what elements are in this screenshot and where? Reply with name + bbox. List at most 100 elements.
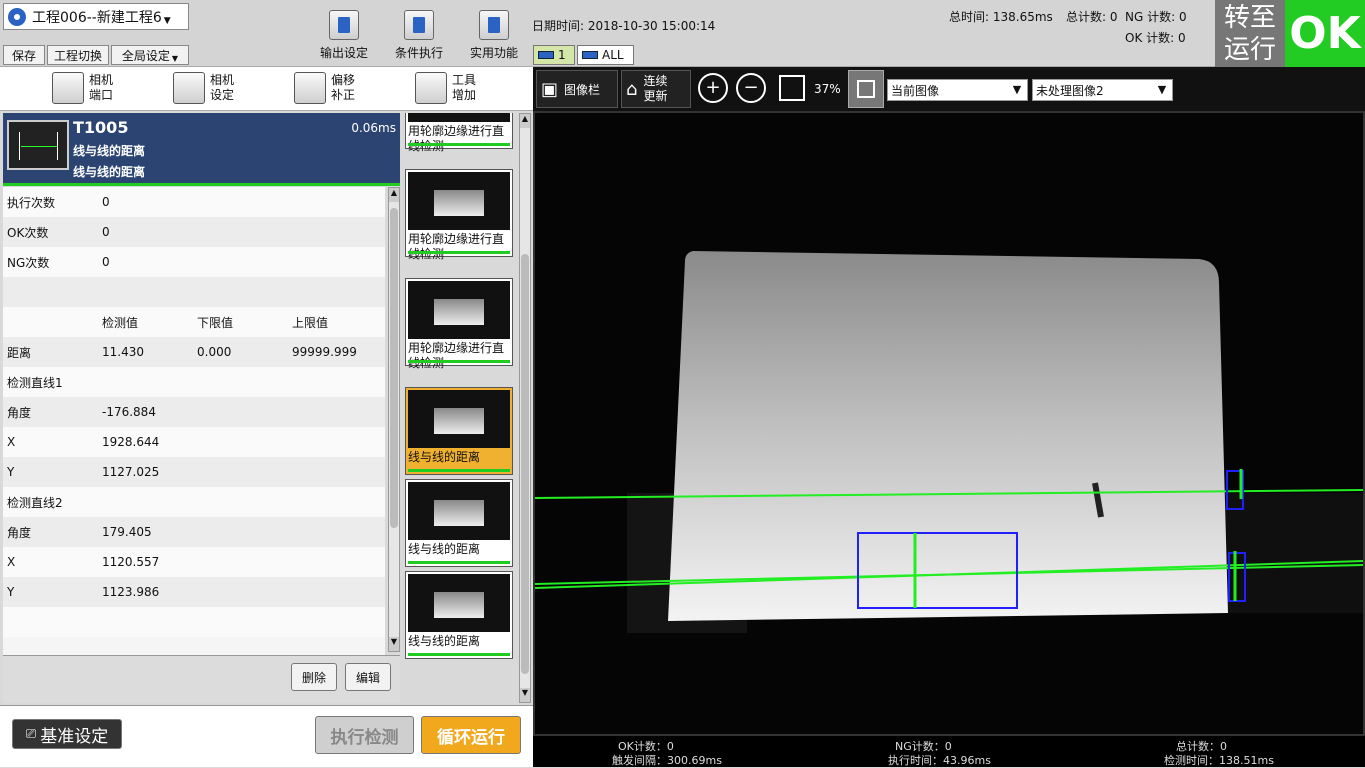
gear-icon <box>8 7 26 26</box>
offset-correction-label: 偏移 补正 <box>331 73 356 102</box>
scroll-down-icon[interactable]: ▼ <box>520 688 530 702</box>
table-row: 角度 -176.884 <box>3 397 385 427</box>
ng-count: NG 计数: 0 <box>1125 10 1187 24</box>
image-source-value: 未处理图像2 <box>1036 83 1104 98</box>
table-row: X 1928.644 <box>3 427 385 457</box>
camera-settings-button[interactable]: 相机 设定 <box>173 72 234 104</box>
tool-status-bar <box>408 469 510 472</box>
project-switch-button[interactable]: 工程切换 <box>47 45 109 65</box>
image-select[interactable]: 当前图像 ▼ <box>887 79 1028 101</box>
table-cell: 执行次数 <box>7 195 56 210</box>
zoom-in-icon[interactable]: + <box>698 73 728 103</box>
output-settings-button[interactable]: 输出设定 <box>309 10 379 65</box>
table-row: NG次数 0 <box>3 247 385 277</box>
distance-line-icon <box>21 146 57 147</box>
ok-count: OK 计数: 0 <box>1125 31 1186 45</box>
table-cell: 角度 <box>7 405 32 420</box>
table-cell: 99999.999 <box>292 345 357 359</box>
add-tool-icon <box>415 72 447 104</box>
tool-status-bar <box>408 360 510 363</box>
camera-tab-all[interactable]: ALL <box>577 45 634 65</box>
scroll-down-icon[interactable]: ▼ <box>389 637 399 651</box>
go-run-button[interactable]: 转至 运行 <box>1215 0 1285 67</box>
tool-thumbnail <box>408 574 510 632</box>
table-cell: 距离 <box>7 345 32 360</box>
table-cell: 角度 <box>7 525 32 540</box>
camera-icon <box>538 51 554 59</box>
camera-tab-1[interactable]: 1 <box>533 45 575 65</box>
chevron-down-icon: ▼ <box>171 53 179 63</box>
delete-button[interactable]: 删除 <box>291 663 337 691</box>
top-bar: 工程006--新建工程6 ▼ 保存 工程切换 全局设定 ▼ 输出设定 条件执行 实… <box>0 0 1365 67</box>
tool-name: 线与线的距离 <box>73 144 146 158</box>
tool-list-item[interactable]: 用轮廓边缘进行直线检测 <box>405 169 513 261</box>
scroll-up-icon[interactable]: ▲ <box>389 188 399 202</box>
image-canvas[interactable] <box>533 111 1365 736</box>
table-scrollbar[interactable]: ▲ ▼ <box>388 187 400 652</box>
global-settings-label: 全局设定 <box>121 48 170 63</box>
camera-port-button[interactable]: 相机 端口 <box>52 72 113 104</box>
table-cell: 1123.986 <box>102 585 160 599</box>
save-button[interactable]: 保存 <box>3 45 45 65</box>
table-cell: 1928.644 <box>102 435 160 449</box>
image-bar-button[interactable]: ▣ 图像栏 <box>536 70 618 108</box>
chevron-down-icon: ▼ <box>1157 83 1167 96</box>
tool-list-item[interactable]: 线与线的距离 <box>405 571 513 659</box>
execute-detection-button[interactable]: 执行检测 <box>315 716 414 754</box>
utilities-button[interactable]: 实用功能 <box>459 10 529 65</box>
add-tool-button[interactable]: 工具 增加 <box>415 72 476 104</box>
edit-button[interactable]: 编辑 <box>345 663 391 691</box>
scroll-thumb[interactable] <box>521 254 529 674</box>
total-time: 总时间: 138.65ms <box>949 10 1053 24</box>
table-row: 检测直线2 <box>3 487 385 517</box>
baseline-icon: ⎚ <box>25 726 37 742</box>
branch-icon <box>404 10 434 40</box>
scroll-thumb[interactable] <box>390 208 398 528</box>
chevron-down-icon: ▼ <box>163 15 171 26</box>
table-cell: 下限值 <box>197 315 234 330</box>
table-cell: 0 <box>102 255 110 269</box>
table-cell: X <box>7 435 16 449</box>
tool-list-item[interactable]: 线与线的距离 <box>405 387 513 475</box>
tool-list-scrollbar[interactable]: ▲ ▼ <box>519 113 531 703</box>
table-cell: 上限值 <box>292 315 329 330</box>
image-source-select[interactable]: 未处理图像2 ▼ <box>1032 79 1173 101</box>
table-row <box>3 277 385 307</box>
project-name: 工程006--新建工程6 <box>32 9 162 26</box>
offset-correction-button[interactable]: 偏移 补正 <box>294 72 355 104</box>
output-settings-label: 输出设定 <box>319 46 368 60</box>
table-row: X 1120.557 <box>3 547 385 577</box>
left-panel: 相机 端口 相机 设定 偏移 补正 工具 增加 T1005 0.06ms 线与线… <box>0 67 533 767</box>
camera-icon <box>52 72 84 104</box>
tool-list-item[interactable]: 用轮廓边缘进行直线检测 <box>405 113 513 153</box>
fit-screen-icon[interactable] <box>779 75 805 101</box>
inspection-image <box>535 113 1363 734</box>
status-detect-time: 检测时间：138.51ms <box>1164 754 1274 767</box>
global-settings-button[interactable]: 全局设定 ▼ <box>111 45 189 65</box>
scroll-up-icon[interactable]: ▲ <box>520 114 530 128</box>
table-row: 距离 11.430 0.000 99999.999 <box>3 337 385 367</box>
tools-icon <box>479 10 509 40</box>
conditional-exec-button[interactable]: 条件执行 <box>384 10 454 65</box>
camera-settings-label: 相机 设定 <box>210 73 235 102</box>
tool-list-item[interactable]: 线与线的距离 <box>405 479 513 567</box>
tool-list-label: 线与线的距离 <box>408 542 481 556</box>
table-cell: -176.884 <box>102 405 156 419</box>
tool-list-item[interactable]: 用轮廓边缘进行直线检测 <box>405 278 513 370</box>
table-cell: 0 <box>102 195 110 209</box>
table-cell: OK次数 <box>7 225 49 240</box>
tool-id: T1005 <box>73 118 129 137</box>
project-selector[interactable]: 工程006--新建工程6 ▼ <box>3 3 189 30</box>
image-icon: ▣ <box>541 78 559 100</box>
loop-run-button[interactable]: 循环运行 <box>421 716 521 754</box>
table-row: Y 1127.025 <box>3 457 385 487</box>
tool-list-label: 线与线的距离 <box>408 634 481 648</box>
roi-select-icon[interactable] <box>848 70 884 108</box>
continuous-update-button[interactable]: ⌂ 连续 更新 <box>621 70 691 108</box>
table-cell: 检测直线1 <box>7 375 63 390</box>
table-row: 角度 179.405 <box>3 517 385 547</box>
baseline-settings-button[interactable]: ⎚ 基准设定 <box>12 719 122 749</box>
camera-tab-label: ALL <box>602 48 624 62</box>
camera-refresh-icon: ⌂ <box>626 78 638 100</box>
zoom-out-icon[interactable]: − <box>736 73 766 103</box>
